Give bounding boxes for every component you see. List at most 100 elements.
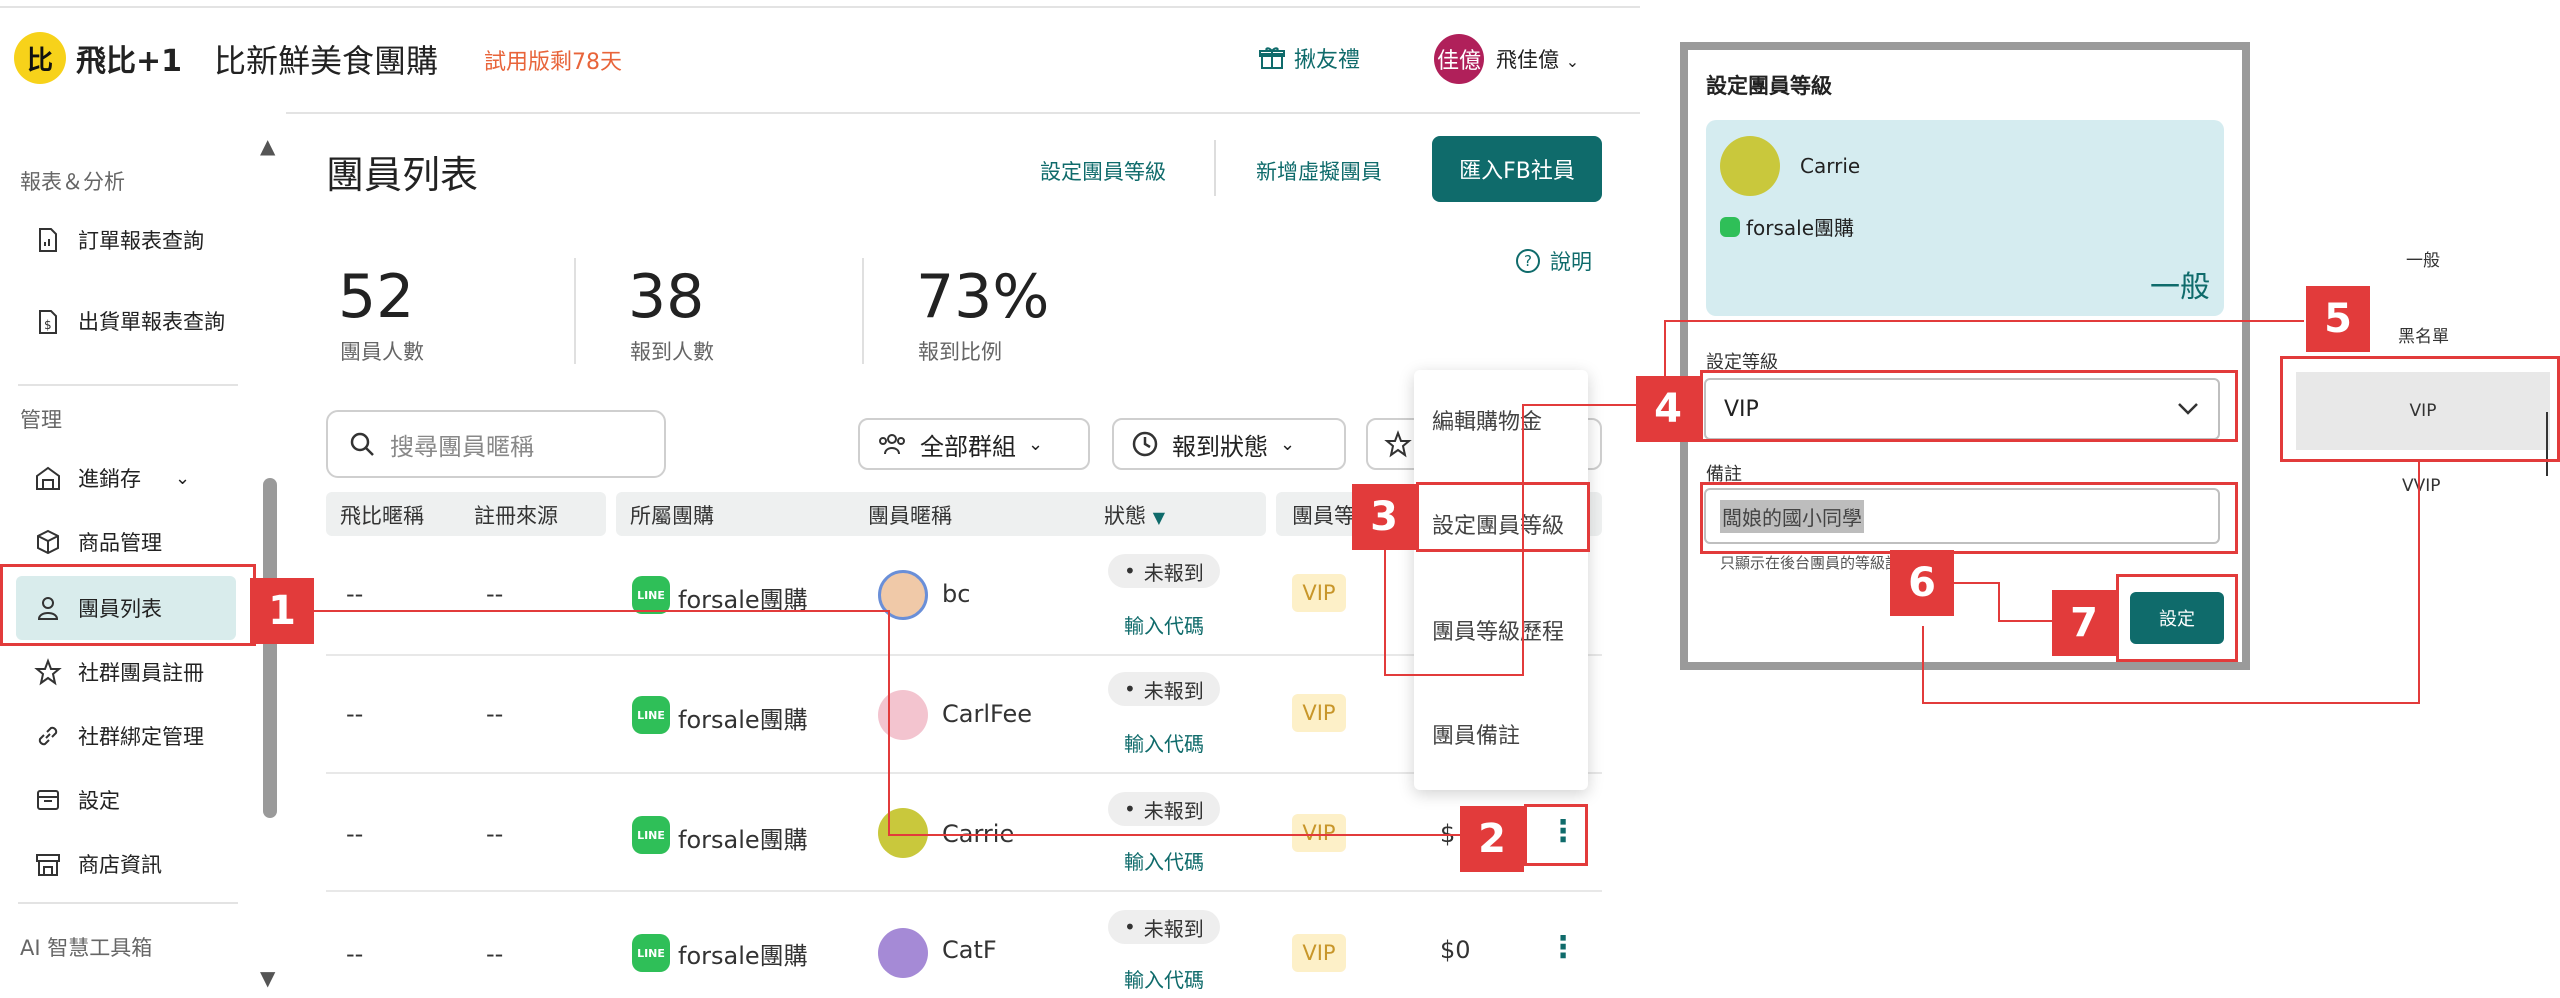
status-badge: • 未報到 xyxy=(1108,910,1220,944)
scroll-down-icon[interactable]: ▼ xyxy=(260,966,275,990)
user-menu[interactable]: 飛佳億 ⌄ xyxy=(1496,44,1579,74)
store-icon xyxy=(36,854,60,876)
connector xyxy=(1954,582,2000,584)
highlight-set-button xyxy=(2116,574,2238,662)
line-icon: LINE xyxy=(632,934,670,972)
sidebar-item-social-binding[interactable]: 社群綁定管理 xyxy=(0,704,256,768)
enter-code-link[interactable]: 輸入代碼 xyxy=(1124,728,1204,757)
sidebar-item-label: 社群綁定管理 xyxy=(78,725,204,749)
connector xyxy=(1522,404,1524,676)
stat-members-label: 團員人數 xyxy=(340,340,424,364)
sidebar-item-store-info[interactable]: 商店資訊 xyxy=(0,832,256,896)
menu-item-level-history[interactable]: 團員等級歷程 xyxy=(1432,614,1564,646)
enter-code-link[interactable]: 輸入代碼 xyxy=(1124,846,1204,875)
chevron-down-icon: ⌄ xyxy=(175,467,191,489)
users-icon xyxy=(879,434,905,455)
status-badge: • 未報到 xyxy=(1108,672,1220,706)
menu-item-note[interactable]: 團員備註 xyxy=(1432,718,1520,750)
cell-fb-nick: -- xyxy=(346,580,364,608)
add-virtual-member-link[interactable]: 新增虛擬團員 xyxy=(1256,156,1382,186)
cell-group: forsale團購 xyxy=(678,942,808,970)
col-source[interactable]: 註冊來源 xyxy=(474,500,558,530)
status-text: 未報到 xyxy=(1143,798,1204,823)
checkin-filter[interactable]: 報到狀態 ⌄ xyxy=(1112,418,1346,470)
file-chart-icon xyxy=(39,228,57,252)
chevron-down-icon: ⌄ xyxy=(1280,433,1296,455)
highlight-note-input xyxy=(1700,482,2238,554)
sidebar-item-order-report[interactable]: 訂單報表查詢 xyxy=(0,208,256,272)
level-option-vvip[interactable]: VVIP xyxy=(2402,476,2441,496)
import-fb-button[interactable]: 匯入FB社員 xyxy=(1432,136,1602,202)
sidebar-divider xyxy=(18,384,238,386)
sidebar-scrollbar[interactable] xyxy=(263,478,277,818)
cell-fb-nick: -- xyxy=(346,940,364,968)
col-member[interactable]: 團員暱稱 xyxy=(868,500,952,530)
col-group[interactable]: 所屬團購 xyxy=(630,500,714,530)
sort-down-icon: ▼ xyxy=(1152,508,1165,527)
sidebar-item-label: 進銷存 xyxy=(78,467,141,491)
dialog-current-level: 一般 xyxy=(2150,270,2210,305)
brand-name: 飛比+1 xyxy=(76,44,183,79)
avatar xyxy=(878,690,928,740)
sidebar-item-shipment-report[interactable]: $ 出貨單報表查詢 xyxy=(0,280,256,364)
sidebar-section-ai: AI 智慧工具箱 xyxy=(20,936,153,960)
connector xyxy=(1664,320,1666,376)
header-divider xyxy=(286,112,1640,114)
sidebar-item-label-text: 出貨單報表查詢 xyxy=(78,310,225,334)
dialog-member-name: Carrie xyxy=(1800,154,1861,178)
cell-source: -- xyxy=(486,580,504,608)
cell-fb-nick: -- xyxy=(346,700,364,728)
scroll-up-icon[interactable]: ▲ xyxy=(260,134,275,158)
clock-icon xyxy=(1132,431,1158,457)
col-status[interactable]: 狀態 ▼ xyxy=(1104,500,1165,530)
sidebar-section-reports: 報表＆分析 xyxy=(20,170,125,194)
user-avatar[interactable]: 佳億 xyxy=(1434,34,1484,84)
col-fb-nick[interactable]: 飛比暱稱 xyxy=(340,500,424,530)
help-link[interactable]: ? 說明 xyxy=(1516,246,1592,276)
line-icon: LINE xyxy=(632,816,670,854)
cell-member[interactable]: CatF xyxy=(942,936,997,964)
status-text: 未報到 xyxy=(1143,560,1204,585)
enter-code-link[interactable]: 輸入代碼 xyxy=(1124,964,1204,993)
sidebar-item-inventory[interactable]: 進銷存 ⌄ xyxy=(0,446,256,510)
trial-badge: 試用版剩78天 xyxy=(484,50,622,75)
page-title: 團員列表 xyxy=(326,153,479,197)
enter-code-link[interactable]: 輸入代碼 xyxy=(1124,610,1204,639)
level-badge: VIP xyxy=(1292,814,1346,852)
level-option-normal[interactable]: 一般 xyxy=(2406,246,2440,271)
stat-divider xyxy=(862,258,864,364)
more-options-icon[interactable]: ⋮ xyxy=(1548,930,1578,965)
level-option-blacklist[interactable]: 黑名單 xyxy=(2398,322,2449,347)
search-input[interactable]: 搜尋團員暱稱 xyxy=(326,410,666,478)
step-badge-1: 1 xyxy=(250,578,314,644)
action-divider xyxy=(1214,140,1216,196)
status-badge: • 未報到 xyxy=(1108,554,1220,588)
note-hint: 只顯示在後台團員的等級記 xyxy=(1720,554,1901,572)
set-level-link[interactable]: 設定團員等級 xyxy=(1040,156,1166,186)
cell-source: -- xyxy=(486,700,504,728)
cell-member[interactable]: CarlFee xyxy=(942,700,1032,728)
connector xyxy=(1384,674,1524,676)
step-badge-7: 7 xyxy=(2052,590,2116,656)
sidebar-section-manage: 管理 xyxy=(20,408,62,432)
step-badge-2: 2 xyxy=(1460,806,1524,872)
group-filter[interactable]: 全部群組 ⌄ xyxy=(858,418,1090,470)
connector xyxy=(1922,702,2420,704)
sidebar-item-label: 訂單報表查詢 xyxy=(78,229,204,253)
line-icon: LINE xyxy=(632,696,670,734)
sidebar-item-label: 設定 xyxy=(78,789,120,813)
menu-item-edit-credit[interactable]: 編輯購物金 xyxy=(1432,404,1542,436)
highlight-members xyxy=(0,564,256,646)
line-icon xyxy=(1720,216,1740,237)
sidebar-item-settings[interactable]: 設定 xyxy=(0,768,256,832)
stat-members-value: 52 xyxy=(338,262,415,332)
brand[interactable]: 比 飛比+1 xyxy=(14,32,182,84)
settings-icon xyxy=(37,790,59,810)
link-icon xyxy=(38,726,58,746)
cell-fb-nick: -- xyxy=(346,820,364,848)
sidebar-item-social-register[interactable]: 社群團員註冊 xyxy=(0,640,256,704)
cell-member[interactable]: bc xyxy=(942,580,970,608)
stat-checkin-label: 報到人數 xyxy=(630,340,714,364)
col-level[interactable]: 團員等 xyxy=(1292,500,1355,530)
invite-link[interactable]: 揪友禮 xyxy=(1258,42,1360,74)
